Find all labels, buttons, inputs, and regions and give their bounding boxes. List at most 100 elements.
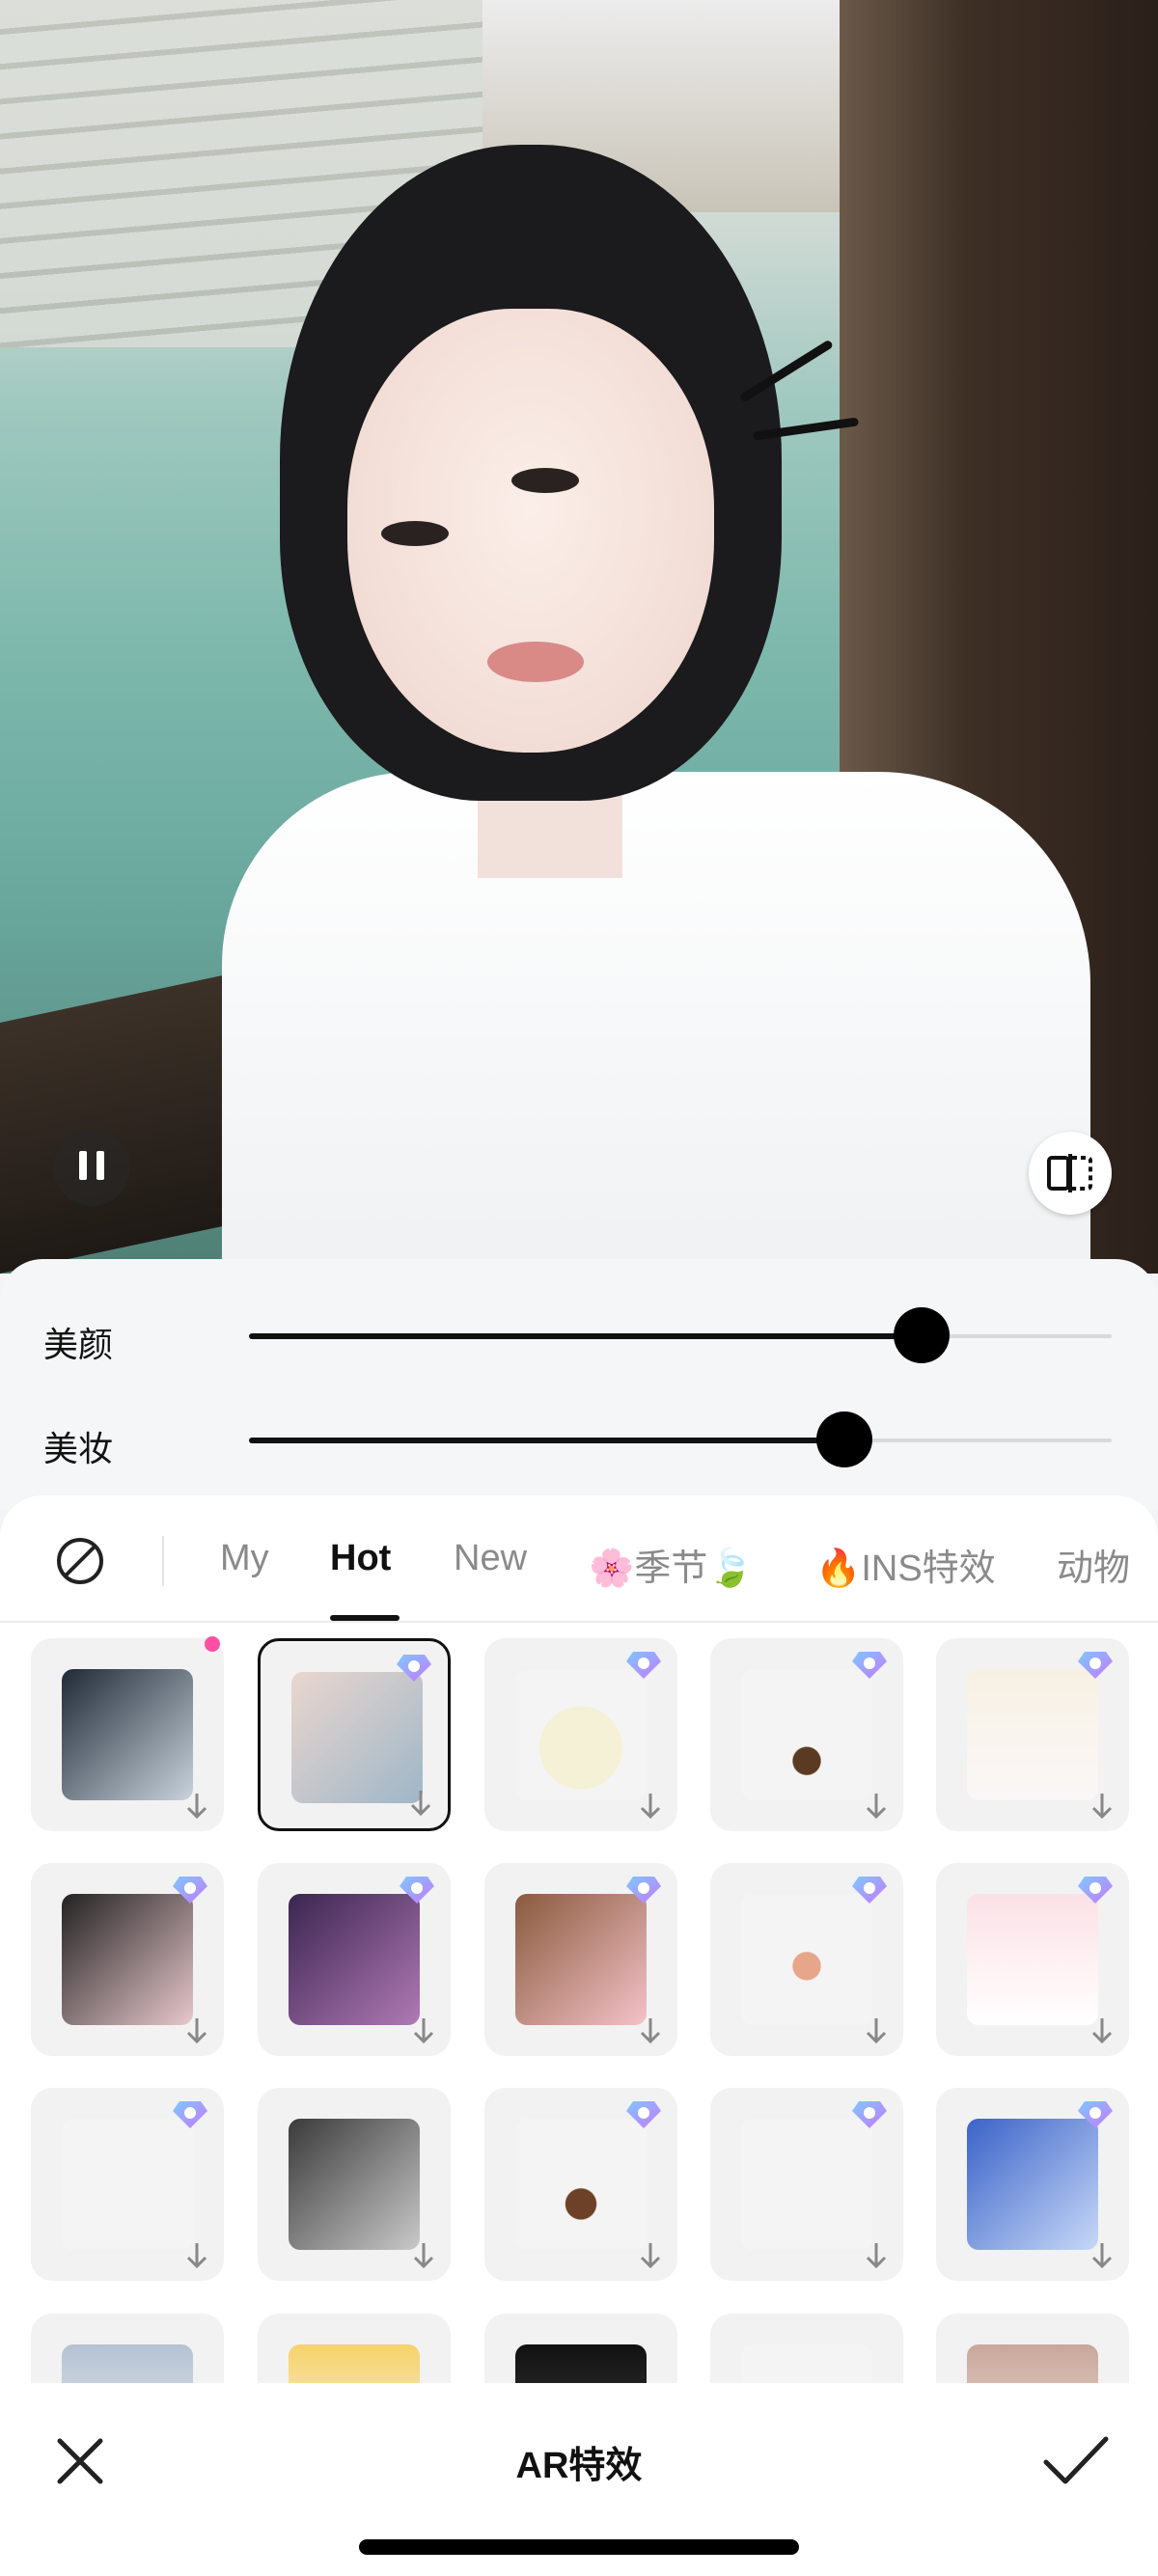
tab-animals[interactable]: 动物 — [1057, 1538, 1130, 1591]
effect-girl-partial[interactable] — [31, 2314, 224, 2383]
effect-thumbnail — [62, 2119, 193, 2250]
download-icon — [186, 2018, 207, 2044]
effect-bunny-ears[interactable] — [936, 1863, 1129, 2056]
effect-thumbnail — [741, 2119, 872, 2250]
slider-label: 美妆 — [43, 1429, 114, 1468]
download-icon — [1091, 2018, 1113, 2044]
effect-thumbnail — [289, 1894, 420, 2025]
right-eye — [511, 468, 579, 493]
new-dot — [205, 1636, 220, 1652]
slider-track[interactable] — [249, 1411, 1112, 1467]
effect-thumbnail — [515, 1669, 647, 1800]
page-title: AR特效 — [515, 2446, 643, 2486]
pause-icon — [74, 1150, 109, 1185]
slider-fill — [249, 1333, 923, 1339]
download-icon — [186, 1794, 207, 1820]
download-icon — [866, 2243, 887, 2269]
effect-thumbnail — [967, 2344, 1098, 2383]
effect-sunglasses-headphones[interactable] — [258, 2088, 451, 2281]
tab-new[interactable]: New — [454, 1538, 527, 1579]
effect-thumbnail — [515, 1894, 647, 2025]
premium-badge-icon — [1078, 2101, 1113, 2128]
download-icon — [866, 2018, 887, 2044]
tab-hot[interactable]: Hot — [330, 1538, 391, 1579]
premium-badge-icon — [626, 1877, 661, 1904]
no-effect-icon[interactable] — [55, 1536, 105, 1586]
effect-flower-smile[interactable] — [484, 1863, 677, 2056]
effect-pink-makeup[interactable] — [31, 1863, 224, 2056]
effect-cat-ears[interactable] — [936, 1638, 1129, 1831]
slider-handle[interactable] — [894, 1307, 951, 1363]
compare-icon — [1047, 1154, 1092, 1192]
slider-fill — [249, 1438, 844, 1443]
premium-badge-icon — [400, 1877, 434, 1904]
category-tabs: My Hot New 🌸季节🍃 🔥INS特效 动物 — [0, 1495, 1158, 1623]
effect-thumbnail — [289, 2119, 420, 2250]
premium-badge-icon — [397, 1655, 431, 1682]
effect-cat-outline[interactable] — [710, 2314, 903, 2383]
download-icon — [413, 2018, 434, 2044]
tab-season[interactable]: 🌸季节🍃 — [589, 1538, 754, 1591]
download-icon — [866, 1794, 887, 1820]
effect-glasses-girl[interactable] — [31, 1636, 224, 1831]
effect-thumbnail — [289, 2344, 420, 2383]
slider-handle[interactable] — [815, 1411, 872, 1467]
effect-thumbnail — [741, 2344, 872, 2383]
effect-thumbnail — [967, 2119, 1098, 2250]
effect-dark-portrait[interactable] — [484, 2314, 677, 2383]
download-icon — [413, 2243, 434, 2269]
premium-badge-icon — [852, 2101, 887, 2128]
home-indicator — [359, 2539, 799, 2555]
effect-selected-girl[interactable] — [258, 1638, 451, 1831]
tab-ins-effects[interactable]: 🔥INS特效 — [815, 1538, 996, 1591]
beauty-sliders-panel: 美颜 美妆 — [0, 1259, 1158, 1510]
effect-bubbles[interactable] — [936, 2088, 1129, 2281]
download-icon — [186, 2243, 207, 2269]
download-icon — [640, 1794, 661, 1820]
effect-portrait-partial[interactable] — [936, 2314, 1129, 2383]
download-icon — [1091, 2243, 1113, 2269]
check-icon[interactable] — [1040, 2431, 1112, 2491]
pause-button[interactable] — [53, 1129, 130, 1206]
premium-badge-icon — [626, 2101, 661, 2128]
slider-makeup[interactable]: 美妆 — [0, 1411, 1158, 1469]
white-shirt — [222, 772, 1090, 1274]
effect-groucho-glasses[interactable] — [710, 1863, 903, 2056]
premium-badge-icon — [173, 2101, 207, 2128]
effect-sunflower[interactable] — [258, 2314, 451, 2383]
effect-thumbnail — [291, 1672, 423, 1803]
premium-badge-icon — [173, 1877, 207, 1904]
slider-beauty[interactable]: 美颜 — [0, 1307, 1158, 1365]
effect-thumbnail — [62, 1894, 193, 2025]
effect-split-face[interactable] — [258, 1863, 451, 2056]
effect-face-mask[interactable] — [484, 1638, 677, 1831]
effect-dog-nose[interactable] — [484, 2088, 677, 2281]
effect-pink-bows[interactable] — [710, 2088, 903, 2281]
premium-badge-icon — [626, 1652, 661, 1679]
premium-badge-icon — [852, 1877, 887, 1904]
tab-divider — [162, 1536, 164, 1586]
lips — [487, 642, 584, 682]
download-icon — [640, 2243, 661, 2269]
left-eye — [381, 521, 449, 546]
effect-thumbnail — [62, 1669, 193, 1800]
effect-puppy-ears[interactable] — [710, 1638, 903, 1831]
premium-badge-icon — [1078, 1877, 1113, 1904]
tab-my[interactable]: My — [220, 1538, 269, 1579]
effect-thumbnail — [62, 2344, 193, 2383]
effects-panel: My Hot New 🌸季节🍃 🔥INS特效 动物 — [0, 1495, 1158, 2383]
effects-grid — [0, 1636, 1158, 2383]
effect-thumbnail — [515, 2119, 647, 2250]
download-icon — [410, 1791, 431, 1817]
effect-thumbnail — [741, 1894, 872, 2025]
compare-button[interactable] — [1029, 1132, 1112, 1215]
effect-thumbnail — [967, 1894, 1098, 2025]
slider-label: 美颜 — [43, 1325, 114, 1364]
download-icon — [1091, 1794, 1113, 1820]
slider-track[interactable] — [249, 1307, 1112, 1363]
camera-preview[interactable] — [0, 0, 1158, 1274]
premium-badge-icon — [852, 1652, 887, 1679]
effect-blue-ribbons[interactable] — [31, 2088, 224, 2281]
premium-badge-icon — [1078, 1652, 1113, 1679]
bottom-bar: AR特效 — [0, 2383, 1158, 2576]
